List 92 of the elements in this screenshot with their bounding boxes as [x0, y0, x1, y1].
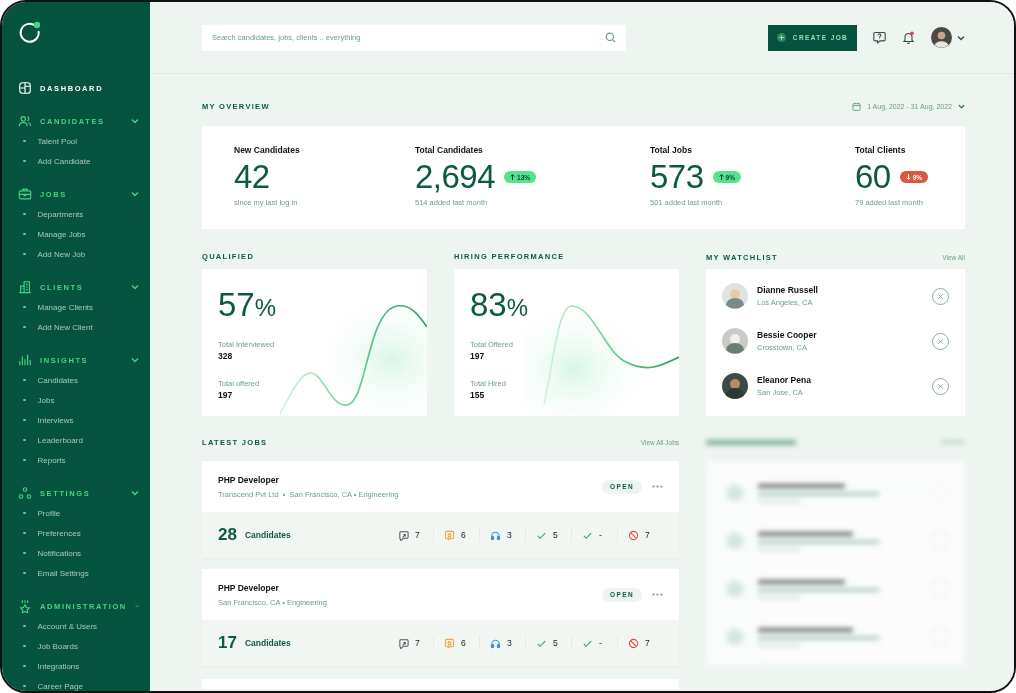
stat-label: Total Candidates — [415, 145, 484, 155]
stat-count: 6 — [461, 638, 467, 648]
sidebar-item[interactable]: Add Candidate — [37, 156, 91, 166]
stat-count: 7 — [645, 638, 651, 648]
briefcase-icon — [18, 187, 32, 201]
sidebar-item[interactable]: Interviews — [37, 415, 74, 425]
chevron-icon[interactable] — [131, 356, 139, 364]
calendar-icon[interactable] — [852, 101, 862, 111]
sidebar-item[interactable]: Preferences — [37, 528, 81, 538]
job-title[interactable]: PHP Developer — [218, 474, 602, 485]
search-icon[interactable] — [605, 32, 616, 43]
stat-count: 3 — [507, 638, 513, 648]
message-arrow-icon — [398, 637, 409, 649]
ban-icon — [628, 637, 639, 649]
job-title[interactable]: PHP Developer — [218, 582, 602, 593]
chevron-icon[interactable] — [131, 283, 139, 291]
avatar — [722, 328, 748, 354]
stat-label: Total Jobs — [650, 145, 693, 155]
sidebar-item[interactable]: Add New Client — [37, 322, 93, 332]
person-name[interactable]: Dianne Russell — [757, 285, 932, 295]
candidate-count: 17 — [218, 633, 237, 653]
sidebar-item[interactable]: Job Boards — [37, 641, 78, 651]
metric-value: 155 — [470, 390, 485, 400]
sidebar-item[interactable]: Candidates — [37, 375, 78, 385]
stat-count: 5 — [553, 638, 559, 648]
dashboard-grid-icon — [18, 81, 32, 95]
sidebar-item[interactable]: Account & Users — [37, 621, 98, 631]
bell-icon[interactable] — [902, 31, 915, 44]
sidebar-item[interactable]: Notifications — [37, 548, 82, 558]
stat-count: 6 — [461, 530, 467, 540]
headphones-icon — [490, 529, 501, 541]
metric-value: 328 — [218, 351, 233, 361]
percentage-value: 57% — [218, 285, 277, 325]
avatar — [722, 283, 748, 309]
stat-value: 42 — [234, 158, 270, 196]
chat-icon — [444, 529, 455, 541]
chevron-icon[interactable] — [957, 33, 965, 42]
candidates-label[interactable]: Candidates — [244, 638, 388, 648]
chevron-icon[interactable] — [131, 190, 139, 198]
stat-count: 7 — [415, 638, 421, 648]
sidebar-item[interactable]: Add New Job — [37, 249, 86, 259]
chevron-icon[interactable] — [958, 102, 965, 110]
headphones-icon — [490, 637, 501, 649]
sidebar-item[interactable]: Manage Clients — [37, 302, 94, 312]
remove-icon[interactable] — [932, 287, 949, 305]
remove-icon[interactable] — [932, 332, 949, 350]
candidates-label[interactable]: Candidates — [244, 530, 388, 540]
ban-icon — [628, 529, 639, 541]
person-name[interactable]: Eleanor Pena — [757, 375, 932, 385]
bar-chart-icon — [18, 353, 32, 367]
metric-value: 197 — [218, 390, 233, 400]
sidebar-item[interactable]: Integrations — [37, 661, 80, 671]
sidebar-item[interactable]: Talent Pool — [37, 136, 78, 146]
plus-icon — [776, 33, 786, 42]
metric-value: 197 — [470, 351, 485, 361]
avatar — [722, 373, 748, 399]
sidebar-item[interactable]: Profile — [37, 508, 61, 518]
chat-icon — [444, 637, 455, 649]
stat-value: 60 — [855, 158, 891, 196]
people-icon — [18, 114, 32, 128]
stat-count: 7 — [415, 530, 421, 540]
award-icon — [18, 599, 32, 613]
stat-count: 5 — [553, 530, 559, 540]
person-name[interactable]: Bessie Cooper — [757, 330, 932, 340]
stat-value: 573 — [650, 158, 704, 196]
dots-icon — [18, 486, 32, 500]
candidate-count: 28 — [218, 525, 237, 545]
sidebar-item[interactable]: Departments — [37, 209, 84, 219]
stat-count: 3 — [507, 530, 513, 540]
help-chat-icon[interactable] — [873, 31, 886, 44]
chevron-icon[interactable] — [131, 489, 139, 497]
stat-count: - — [599, 638, 603, 648]
message-arrow-icon — [398, 529, 409, 541]
sidebar-item[interactable]: Reports — [37, 455, 66, 465]
stat-count: 7 — [645, 530, 651, 540]
remove-icon[interactable] — [932, 377, 949, 395]
sidebar-item[interactable]: Email Settings — [37, 568, 89, 578]
avatar[interactable] — [931, 27, 952, 48]
sidebar-item[interactable]: Career Page — [37, 681, 83, 691]
sidebar-item[interactable]: Leaderboard — [37, 435, 83, 445]
chevron-icon[interactable] — [131, 117, 139, 125]
stat-value: 2,694 — [415, 158, 496, 196]
more-icon[interactable] — [652, 485, 663, 488]
building-icon — [18, 280, 32, 294]
percentage-value: 83% — [470, 285, 529, 325]
logo-icon — [18, 20, 42, 44]
stat-label: New Candidates — [234, 145, 301, 155]
sidebar-item[interactable]: Jobs — [37, 395, 55, 405]
stat-label: Total Clients — [855, 145, 907, 155]
sidebar-item[interactable]: Manage Jobs — [37, 229, 86, 239]
more-icon[interactable] — [652, 593, 663, 596]
stat-count: - — [599, 530, 603, 540]
